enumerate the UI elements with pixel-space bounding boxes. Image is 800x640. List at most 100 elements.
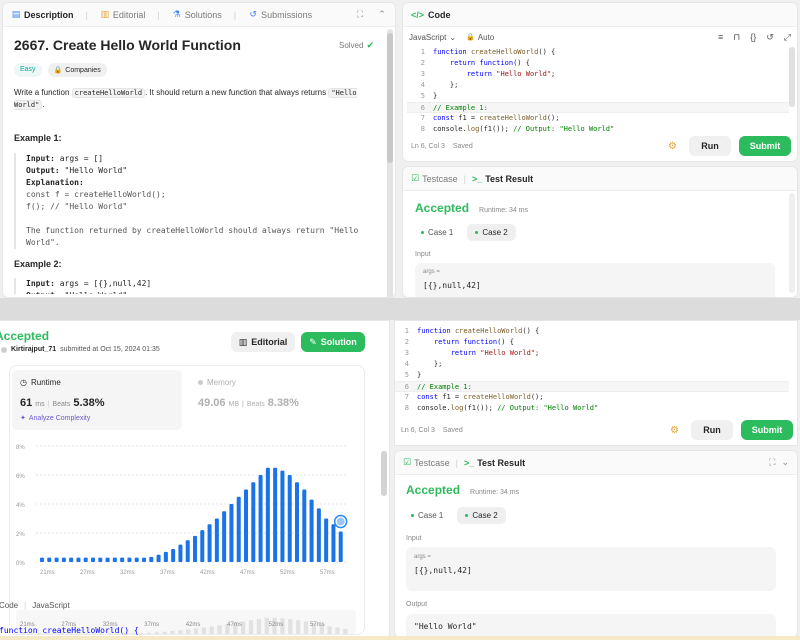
runtime-bar[interactable]: [156, 554, 161, 562]
runtime-bar[interactable]: [200, 530, 205, 562]
runtime-bar[interactable]: [40, 557, 45, 562]
companies-badge[interactable]: 🔒 Companies: [47, 63, 107, 77]
runtime-bar[interactable]: [265, 467, 270, 562]
debug-icon[interactable]: ⚙: [668, 141, 677, 152]
runtime-bar[interactable]: [163, 551, 168, 562]
code-line[interactable]: 5}: [407, 91, 789, 102]
bookmark-icon[interactable]: ⊓: [733, 32, 740, 43]
runtime-bar[interactable]: [61, 557, 66, 562]
runtime-bar[interactable]: [273, 467, 278, 562]
runtime-bar[interactable]: [69, 557, 74, 562]
runtime-bar[interactable]: [127, 557, 132, 562]
braces-icon[interactable]: {}: [750, 32, 756, 42]
editorial-button[interactable]: ▥ Editorial: [231, 332, 295, 352]
runtime-bar[interactable]: [229, 504, 234, 562]
tab-solutions[interactable]: ⚗ Solutions: [172, 9, 222, 20]
runtime-bar[interactable]: [54, 557, 59, 562]
runtime-bar[interactable]: [214, 518, 219, 563]
format-icon[interactable]: ≡: [718, 32, 723, 42]
submit-button[interactable]: Submit: [741, 420, 793, 440]
runtime-distribution-chart[interactable]: 8% 6% 4% 2% 0% 21ms 27ms 32ms 37ms 42ms 47ms 52ms 57…: [6, 438, 350, 594]
runtime-bar[interactable]: [258, 475, 263, 562]
runtime-bar[interactable]: [112, 557, 117, 562]
submit-button[interactable]: Submit: [739, 136, 791, 156]
runtime-bar[interactable]: [83, 557, 88, 562]
code-line[interactable]: 2 return function() {: [395, 337, 789, 348]
tab-testcase[interactable]: ☑ Testcase: [403, 457, 450, 468]
case-1-tab[interactable]: Case 1: [403, 507, 451, 524]
username[interactable]: Kirtirajput_71: [11, 346, 56, 353]
expand-icon[interactable]: ⛶: [769, 457, 775, 468]
runtime-bar[interactable]: [207, 524, 212, 562]
solution-button[interactable]: ✎ Solution: [301, 332, 365, 352]
runtime-bar[interactable]: [134, 557, 139, 562]
problem-title[interactable]: 2667. Create Hello World Function: [14, 37, 241, 53]
runtime-bar[interactable]: [280, 470, 285, 562]
code-line[interactable]: 1 function createHelloWorld() {: [407, 47, 789, 58]
code-editor[interactable]: 1 function createHelloWorld() {2 return f…: [395, 326, 789, 414]
runtime-bar[interactable]: [338, 531, 343, 562]
tab-test-result[interactable]: >_ Test Result: [464, 458, 525, 468]
code-editor[interactable]: 1 function createHelloWorld() {2 return f…: [407, 47, 789, 135]
tab-description[interactable]: ▤ Description: [11, 9, 74, 20]
code-line[interactable]: 3 return "Hello World";: [395, 348, 789, 359]
runtime-bar[interactable]: [324, 518, 329, 563]
runtime-bar[interactable]: [331, 524, 336, 562]
case-1-tab[interactable]: Case 1: [413, 224, 461, 241]
runtime-bar[interactable]: [309, 499, 314, 562]
autosave-mode[interactable]: 🔒 Auto: [466, 33, 494, 42]
runtime-bar[interactable]: [142, 557, 147, 562]
memory-card[interactable]: Memory 49.06 MB | Beats 8.38%: [190, 370, 360, 430]
code-line[interactable]: 3 return "Hello World";: [407, 69, 789, 80]
submission-scrollbar[interactable]: [381, 451, 387, 496]
collapse-icon[interactable]: ⌄: [781, 457, 789, 468]
runtime-bar[interactable]: [287, 475, 292, 562]
analyze-complexity-link[interactable]: ✦ Analyze Complexity: [20, 414, 174, 423]
scroll-thumb[interactable]: [387, 33, 393, 163]
runtime-card[interactable]: ◷ Runtime 61 ms | Beats 5.38% ✦ Analyze Co…: [12, 370, 182, 430]
runtime-bar[interactable]: [316, 508, 321, 562]
runtime-bar[interactable]: [236, 496, 241, 562]
runtime-bar[interactable]: [149, 556, 154, 562]
debug-icon[interactable]: ⚙: [670, 425, 679, 436]
runtime-bar[interactable]: [171, 548, 176, 562]
code-line[interactable]: 2 return function() {: [407, 58, 789, 69]
runtime-bar[interactable]: [302, 489, 307, 563]
description-scrollbar[interactable]: [387, 29, 393, 297]
code-line[interactable]: 7 const f1 = createHelloWorld();: [407, 113, 789, 124]
code-line[interactable]: 5}: [395, 370, 789, 381]
tab-editorial[interactable]: ▥ Editorial: [100, 9, 146, 20]
code-line[interactable]: 6 // Example 1:: [407, 102, 789, 113]
runtime-bar[interactable]: [98, 557, 103, 562]
tab-testcase[interactable]: ☑ Testcase: [411, 173, 458, 184]
runtime-bar[interactable]: [244, 489, 249, 563]
expand-icon[interactable]: ⛶: [355, 9, 365, 20]
runtime-bar[interactable]: [193, 535, 198, 562]
run-button[interactable]: Run: [689, 136, 731, 156]
code-line[interactable]: 8 console.log(f1()); // Output: "Hello Wo…: [407, 124, 789, 135]
reset-icon[interactable]: ↺: [766, 32, 774, 43]
runtime-bar[interactable]: [105, 557, 110, 562]
tab-test-result[interactable]: >_ Test Result: [472, 174, 533, 184]
maximize-icon[interactable]: ⤢: [784, 32, 791, 43]
code-line[interactable]: 1 function createHelloWorld() {: [395, 326, 789, 337]
language-select[interactable]: JavaScript ⌄: [409, 33, 456, 42]
code-line[interactable]: 4 };: [395, 359, 789, 370]
runtime-bar[interactable]: [76, 557, 81, 562]
runtime-bar[interactable]: [178, 544, 183, 562]
code-line[interactable]: 7 const f1 = createHelloWorld();: [395, 392, 789, 403]
code-scrollbar[interactable]: [789, 47, 795, 107]
runtime-bar[interactable]: [295, 482, 300, 562]
code-line[interactable]: 4 };: [407, 80, 789, 91]
result-scrollbar[interactable]: [789, 193, 795, 293]
runtime-bar[interactable]: [185, 540, 190, 562]
runtime-bar[interactable]: [120, 557, 125, 562]
case-2-tab[interactable]: Case 2: [467, 224, 516, 241]
code-line[interactable]: 8 console.log(f1()); // Output: "Hello Wo…: [395, 403, 789, 414]
tab-submissions[interactable]: ↺ Submissions: [248, 9, 312, 20]
collapse-icon[interactable]: ⌃: [377, 9, 387, 20]
runtime-bar[interactable]: [91, 557, 96, 562]
code-line[interactable]: 6 // Example 1:: [395, 381, 789, 392]
runtime-bar[interactable]: [47, 557, 52, 562]
runtime-bar[interactable]: [251, 482, 256, 562]
